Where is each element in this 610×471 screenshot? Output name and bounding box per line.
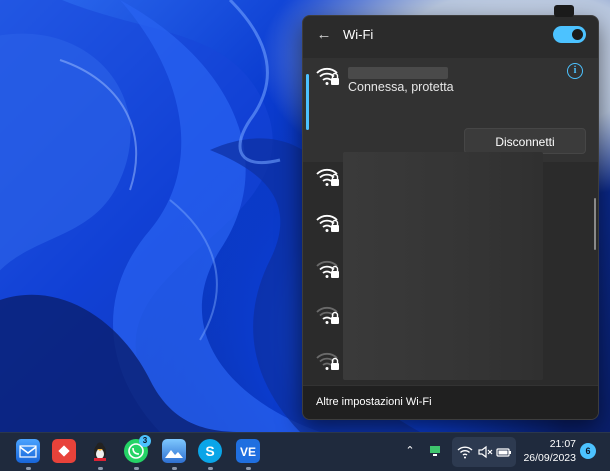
more-wifi-settings-link[interactable]: Altre impostazioni Wi-Fi	[316, 396, 432, 408]
back-arrow-icon[interactable]: ←	[315, 26, 333, 44]
svg-text:VE: VE	[240, 445, 256, 459]
disconnect-button[interactable]: Disconnetti	[464, 128, 586, 154]
toggle-knob	[572, 29, 583, 40]
battery-plug-icon	[496, 448, 511, 457]
wifi-flyout: ← Wi-Fi Connessa, protetta i Disconnetti	[302, 15, 599, 420]
notification-badge[interactable]: 6	[580, 443, 596, 459]
envelope-icon	[19, 445, 37, 458]
clock-time: 21:07	[549, 438, 576, 450]
wifi-secured-icon	[316, 260, 339, 278]
selection-accent-bar	[306, 74, 309, 130]
anydesk-app-icon[interactable]	[52, 439, 76, 463]
network-name-redacted	[348, 67, 448, 79]
network-list-item[interactable]	[303, 292, 598, 338]
whatsapp-app-icon[interactable]: 3	[124, 435, 151, 470]
wifi-toggle[interactable]	[553, 26, 586, 43]
chevron-up-icon[interactable]: ⌃	[402, 443, 418, 459]
scrollbar[interactable]	[594, 198, 596, 250]
network-list-item[interactable]	[303, 154, 598, 200]
info-icon[interactable]: i	[567, 63, 583, 79]
ve-app-icon[interactable]: VE	[236, 439, 260, 470]
wifi-icon	[457, 446, 473, 459]
connected-network-card[interactable]: Connessa, protetta i Disconnetti	[303, 58, 598, 162]
available-networks-list	[303, 154, 598, 384]
wifi-title: Wi-Fi	[343, 27, 374, 42]
wifi-flyout-header: ← Wi-Fi	[303, 16, 598, 56]
connection-status: Connessa, protetta	[348, 80, 454, 94]
svg-text:S: S	[205, 443, 214, 459]
wifi-flyout-footer: Altre impostazioni Wi-Fi	[303, 385, 598, 419]
wifi-secured-icon	[316, 168, 339, 186]
mail-app-icon[interactable]	[16, 439, 40, 470]
skype-s-icon: S	[205, 443, 214, 459]
network-monitor-icon[interactable]	[428, 443, 444, 459]
speaker-muted-icon	[478, 445, 493, 459]
network-list-item[interactable]	[303, 246, 598, 292]
penguin-icon	[94, 442, 106, 461]
wifi-secured-icon	[316, 67, 339, 85]
skype-app-icon[interactable]: S	[198, 439, 222, 470]
taskbar: 3 S VE ⌃ 21:07 26/09/2023 6	[0, 432, 610, 471]
wifi-secured-icon	[316, 306, 339, 324]
printer-icon	[554, 5, 574, 17]
network-list-item[interactable]	[303, 200, 598, 246]
unread-badge: 3	[139, 435, 151, 447]
photos-app-icon[interactable]	[162, 439, 186, 470]
mountain-image-icon	[165, 450, 183, 458]
clock-date: 26/09/2023	[523, 452, 576, 464]
wifi-secured-icon	[316, 214, 339, 232]
diamond-icon	[58, 445, 70, 457]
system-clock[interactable]: 21:07 26/09/2023	[520, 437, 576, 465]
ve-letters-icon: VE	[240, 445, 256, 459]
quick-settings-group[interactable]	[452, 437, 516, 467]
wifi-secured-icon	[316, 352, 339, 370]
tux-app-icon[interactable]	[88, 439, 112, 470]
network-list-item[interactable]	[303, 338, 598, 384]
